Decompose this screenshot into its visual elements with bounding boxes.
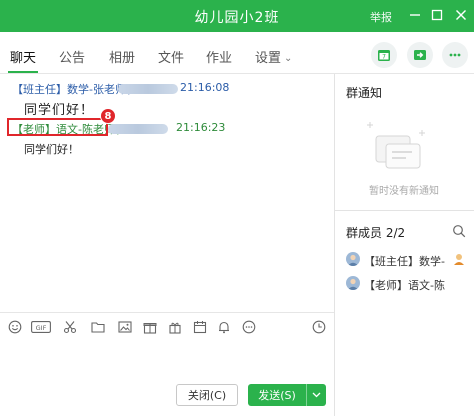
notice-empty-text: 暂时没有新通知 (369, 186, 439, 197)
gif-label: GIF (36, 324, 47, 332)
close-button[interactable]: 关闭(C) (176, 384, 238, 406)
message-time: 21:16:23 (176, 121, 226, 134)
annotation-badge: 8 (100, 108, 116, 124)
search-icon[interactable] (452, 224, 466, 238)
highlight-box (7, 118, 108, 136)
send-options-dropdown[interactable] (306, 384, 326, 406)
send-button-label: 发送(S) (258, 389, 296, 402)
blurred-id (108, 124, 168, 134)
tab-chat[interactable]: 聊天 (7, 47, 39, 73)
message-text: 同学们好！ (24, 143, 79, 156)
gif-icon[interactable]: GIF (31, 319, 51, 335)
bell-icon[interactable] (216, 319, 232, 335)
report-link[interactable]: 举报 (370, 9, 392, 25)
message-text: 同学们好！ (24, 103, 95, 118)
share-icon (414, 50, 426, 60)
member-item[interactable]: 【班主任】数学- (346, 252, 468, 268)
more-dots-icon[interactable] (241, 319, 257, 335)
chevron-down-icon: ⌄ (284, 53, 293, 64)
message-sender: 【班主任】数学-张老师( (12, 83, 131, 96)
message-input[interactable] (0, 341, 334, 379)
maximize-icon[interactable] (428, 6, 446, 24)
tab-settings[interactable]: 设置 ⌄ (255, 47, 292, 66)
teacher-role-icon (454, 254, 464, 265)
history-clock-icon[interactable] (311, 319, 327, 335)
calendar-icon[interactable] (192, 319, 208, 335)
window-title: 幼儿园小2班 (194, 10, 280, 26)
more-button[interactable] (442, 42, 468, 68)
tab-album[interactable]: 相册 (109, 47, 135, 66)
blurred-id (118, 84, 178, 94)
title-bar: 幼儿园小2班 举报 (0, 0, 474, 32)
minimize-icon[interactable] (406, 6, 424, 24)
emoji-icon[interactable] (7, 319, 23, 335)
gift-icon[interactable] (167, 319, 183, 335)
message-header: 【班主任】数学-张老师( (12, 81, 130, 97)
share-button[interactable] (407, 42, 433, 68)
tab-settings-label: 设置 (255, 51, 282, 66)
input-toolbar: GIF (0, 312, 334, 340)
tab-bar: 聊天 公告 相册 文件 作业 设置 ⌄ 7 (0, 32, 474, 74)
folder-icon[interactable] (90, 319, 106, 335)
svg-text:7: 7 (382, 54, 386, 61)
scissors-icon[interactable] (62, 319, 78, 335)
more-icon (449, 53, 461, 57)
send-button[interactable]: 发送(S) (248, 384, 326, 406)
member-name: 【班主任】数学- (364, 255, 445, 268)
gift-box-icon[interactable] (142, 319, 158, 335)
member-name: 【老师】语文-陈 (364, 279, 445, 292)
close-icon[interactable] (452, 6, 470, 24)
members-title: 群成员 2/2 (346, 226, 406, 240)
panel-divider (335, 210, 474, 211)
tab-files[interactable]: 文件 (158, 47, 184, 66)
vertical-divider (334, 74, 335, 416)
message-time: 21:16:08 (180, 81, 230, 94)
tab-announcement[interactable]: 公告 (59, 47, 85, 66)
notice-title: 群通知 (346, 86, 383, 100)
avatar (346, 252, 360, 266)
tab-homework[interactable]: 作业 (206, 47, 232, 66)
chat-area[interactable]: 【班主任】数学-张老师( 21:16:08 同学们好！ 【老师】语文-陈老师( … (0, 75, 334, 311)
member-item[interactable]: 【老师】语文-陈 (346, 276, 468, 292)
calendar-button[interactable]: 7 (371, 42, 397, 68)
chevron-down-icon (312, 392, 321, 398)
image-icon[interactable] (117, 319, 133, 335)
avatar (346, 276, 360, 290)
calendar-icon: 7 (378, 50, 390, 61)
empty-notice-icon (367, 122, 425, 169)
